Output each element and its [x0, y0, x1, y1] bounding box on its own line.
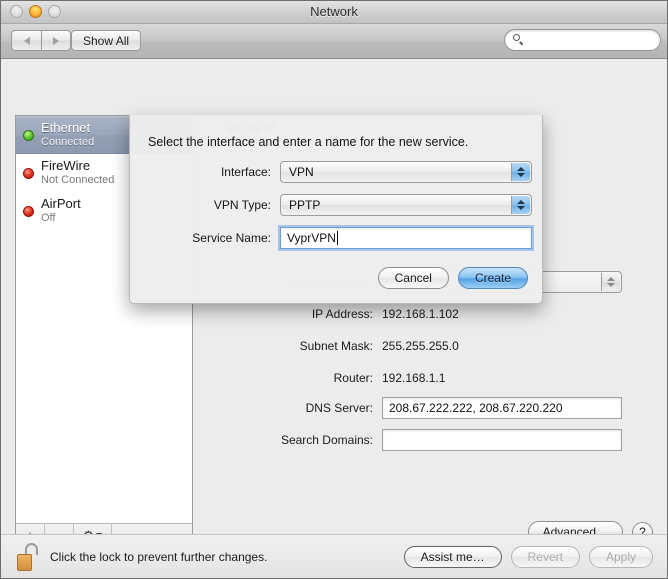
lock-hint-text: Click the lock to prevent further change…: [50, 550, 268, 564]
service-name: Ethernet: [41, 120, 91, 136]
service-name: AirPort: [41, 196, 81, 212]
chevron-up-icon: [517, 167, 525, 171]
search-domains-label: Search Domains:: [280, 433, 373, 447]
subnet-mask-row: Subnet Mask: 255.255.255.0: [206, 339, 653, 353]
chevron-down-icon: [517, 173, 525, 177]
interface-row: Interface: VPN: [144, 161, 532, 183]
status-indicator-icon: [23, 205, 34, 217]
network-preferences-window: Network Show All Ethernet Connected Fire…: [0, 0, 668, 579]
vpn-type-label: VPN Type:: [213, 198, 271, 212]
cancel-button[interactable]: Cancel: [377, 267, 449, 289]
router-label: Router:: [333, 371, 373, 385]
chevron-up-icon: [517, 200, 525, 204]
stepper-icon[interactable]: [601, 273, 620, 291]
show-all-button[interactable]: Show All: [71, 30, 142, 51]
search-domains-row: Search Domains:: [206, 429, 653, 451]
revert-button[interactable]: Revert: [510, 546, 580, 568]
sheet-title: Select the interface and enter a name fo…: [148, 135, 469, 149]
subnet-mask-value: 255.255.255.0: [382, 339, 459, 353]
service-name-value: VyprVPN: [287, 231, 336, 245]
router-row: Router: 192.168.1.1: [206, 371, 653, 385]
new-service-sheet: Select the interface and enter a name fo…: [129, 115, 543, 304]
sheet-actions: Cancel Create: [377, 267, 528, 289]
create-button[interactable]: Create: [457, 267, 528, 289]
search-domains-input[interactable]: [382, 429, 622, 451]
dns-server-input[interactable]: 208.67.222.222, 208.67.220.220: [382, 397, 622, 419]
window-titlebar: Network: [1, 1, 667, 24]
window-title: Network: [310, 4, 358, 19]
router-value: 192.168.1.1: [382, 371, 446, 385]
interface-popup[interactable]: VPN: [280, 161, 532, 183]
ip-address-value: 192.168.1.102: [382, 307, 459, 321]
vpn-type-value: PPTP: [289, 198, 321, 212]
chevron-down-icon: [517, 206, 525, 210]
apply-button[interactable]: Apply: [588, 546, 653, 568]
ip-address-row: IP Address: 192.168.1.102: [206, 307, 653, 321]
back-button[interactable]: [11, 30, 41, 51]
service-name-label: Service Name:: [192, 231, 271, 245]
service-status: Connected: [41, 136, 95, 149]
lock-open-icon[interactable]: [17, 543, 41, 571]
chevron-right-icon: [53, 36, 59, 45]
service-name-input[interactable]: VyprVPN: [280, 227, 532, 249]
status-indicator-icon: [23, 129, 34, 141]
assist-me-button[interactable]: Assist me…: [403, 546, 502, 568]
interface-label: Interface:: [220, 165, 271, 179]
bottom-action-buttons: Assist me… Revert Apply: [403, 546, 653, 568]
interface-value: VPN: [289, 165, 314, 179]
chevron-left-icon: [23, 36, 30, 45]
chevron-down-icon: [607, 283, 615, 287]
stepper-icon[interactable]: [511, 163, 530, 181]
ip-address-label: IP Address:: [311, 307, 373, 321]
dns-server-label: DNS Server:: [305, 401, 373, 415]
dns-server-row: DNS Server: 208.67.222.222, 208.67.220.2…: [206, 397, 653, 419]
chevron-up-icon: [607, 277, 615, 281]
search-icon: [513, 34, 525, 46]
window-bottom-bar: Click the lock to prevent further change…: [1, 534, 667, 578]
service-status: Not Connected: [41, 174, 115, 187]
search-field[interactable]: [504, 29, 661, 51]
vpn-type-row: VPN Type: PPTP: [144, 194, 532, 216]
stepper-icon[interactable]: [511, 196, 530, 214]
navigation-buttons: [11, 30, 71, 51]
service-name: FireWire: [41, 158, 91, 174]
toolbar: Show All: [1, 24, 667, 59]
lock-area[interactable]: Click the lock to prevent further change…: [17, 543, 267, 571]
service-status: Off: [41, 212, 56, 225]
vpn-type-popup[interactable]: PPTP: [280, 194, 532, 216]
forward-button[interactable]: [41, 30, 71, 51]
status-indicator-icon: [23, 167, 34, 179]
search-input[interactable]: [528, 32, 652, 48]
content-area: Ethernet Connected FireWire Not Connecte…: [1, 59, 667, 547]
subnet-mask-label: Subnet Mask:: [299, 339, 373, 353]
text-cursor: [336, 231, 338, 245]
service-name-row: Service Name: VyprVPN: [144, 227, 532, 249]
